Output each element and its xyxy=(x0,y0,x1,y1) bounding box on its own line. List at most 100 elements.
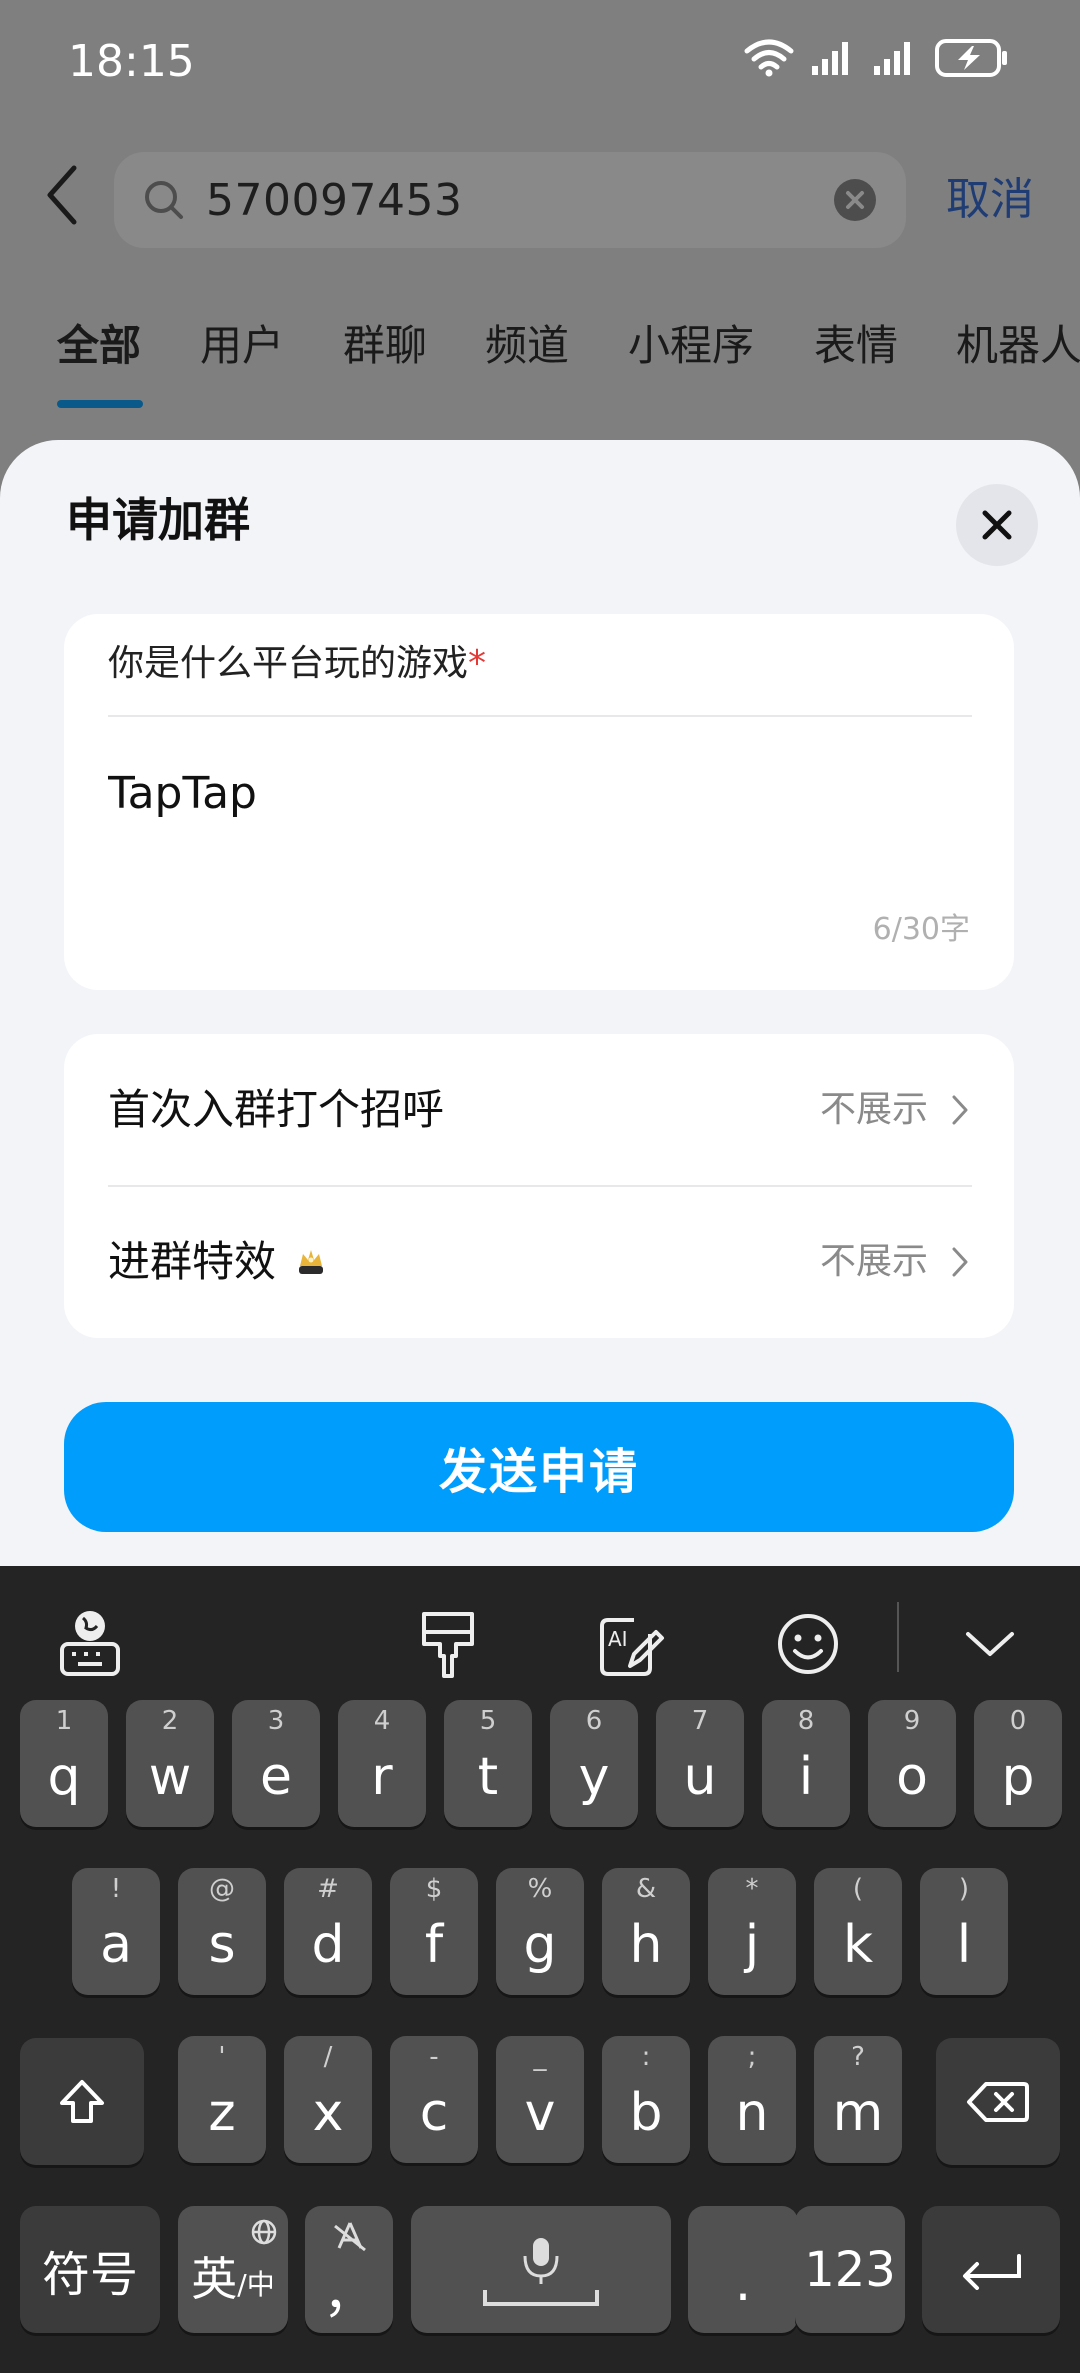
keyboard-language-icon[interactable] xyxy=(50,1604,130,1684)
key-sub-label: : xyxy=(641,2042,651,2072)
key-f[interactable]: $ f xyxy=(390,1868,478,1995)
toolbar-divider xyxy=(897,1602,899,1672)
space-key[interactable] xyxy=(411,2206,671,2333)
no-voice-symbol-icon xyxy=(334,2222,366,2252)
svg-text:AI: AI xyxy=(608,1627,628,1651)
key-s[interactable]: @ s xyxy=(178,1868,266,1995)
period-key-label: . xyxy=(734,2253,752,2313)
key-label: v xyxy=(524,2083,556,2143)
crown-effect-icon xyxy=(299,1250,323,1274)
key-o[interactable]: 9o xyxy=(868,1700,956,1827)
key-sub-label: - xyxy=(429,2042,439,2072)
required-mark: * xyxy=(468,643,487,684)
key-sub-label: # xyxy=(317,1874,339,1904)
language-switch-key[interactable]: 英/中 xyxy=(178,2206,288,2333)
sheet-title: 申请加群 xyxy=(66,493,250,547)
key-sub-label: % xyxy=(527,1874,553,1904)
back-button[interactable] xyxy=(40,160,84,230)
key-x[interactable]: / x xyxy=(284,2036,372,2163)
status-icons xyxy=(744,38,1010,78)
tab-stickers[interactable]: 表情 xyxy=(814,314,898,378)
key-label: k xyxy=(842,1915,874,1975)
clear-search-button[interactable] xyxy=(834,179,876,221)
key-sub-label: $ xyxy=(425,1874,443,1904)
key-w[interactable]: 2w xyxy=(126,1700,214,1827)
hide-keyboard-icon[interactable] xyxy=(950,1604,1030,1684)
battery-charging-icon xyxy=(935,39,1007,77)
greeting-option-label: 首次入群打个招呼 xyxy=(108,1085,445,1134)
key-u[interactable]: 7u xyxy=(656,1700,744,1827)
symbols-key[interactable]: 符号 xyxy=(20,2206,160,2333)
key-label: z xyxy=(208,2083,236,2143)
key-sub-label: 3 xyxy=(267,1706,285,1736)
key-i[interactable]: 8i xyxy=(762,1700,850,1827)
key-sub-label: 6 xyxy=(585,1706,603,1736)
key-z[interactable]: ' z xyxy=(178,2036,266,2163)
key-sub-label: 5 xyxy=(479,1706,497,1736)
key-label: d xyxy=(311,1915,345,1975)
key-g[interactable]: % g xyxy=(496,1868,584,1995)
tab-all[interactable]: 全部 xyxy=(57,314,141,378)
send-request-button[interactable]: 发送申请 xyxy=(64,1402,1014,1532)
enter-icon xyxy=(963,2253,1021,2290)
key-sub-label: ? xyxy=(851,2042,865,2072)
keyboard: AI 1q2w3e4r5t6y7u8i9o0p ! a @ s # d $ f% g & h * j(k… xyxy=(0,1566,1080,2373)
chevron-right-icon-2 xyxy=(952,1247,968,1277)
key-label: b xyxy=(629,2083,663,2143)
key-label: m xyxy=(832,2083,884,2143)
backspace-icon xyxy=(967,2081,1029,2122)
key-r[interactable]: 4r xyxy=(338,1700,426,1827)
key-t[interactable]: 5t xyxy=(444,1700,532,1827)
key-q[interactable]: 1q xyxy=(20,1700,108,1827)
period-key[interactable]: . xyxy=(688,2206,798,2333)
numbers-key[interactable]: 123 xyxy=(795,2206,905,2333)
join-group-sheet xyxy=(0,440,1080,1570)
key-label: u xyxy=(683,1747,717,1807)
backspace-key[interactable] xyxy=(936,2038,1060,2165)
emoji-icon[interactable] xyxy=(768,1604,848,1684)
key-y[interactable]: 6y xyxy=(550,1700,638,1827)
key-sub-label: / xyxy=(323,2042,333,2072)
cancel-button[interactable]: 取消 xyxy=(946,170,1034,230)
key-p[interactable]: 0p xyxy=(974,1700,1062,1827)
clear-icon xyxy=(846,191,864,209)
key-label: p xyxy=(1001,1747,1035,1807)
keyboard-skin-icon[interactable] xyxy=(408,1604,488,1684)
key-label: o xyxy=(896,1747,928,1807)
key-label: h xyxy=(629,1915,663,1975)
comma-key[interactable]: ， xyxy=(305,2206,393,2333)
answer-field[interactable] xyxy=(108,758,968,828)
key-d[interactable]: # d xyxy=(284,1868,372,1995)
tab-groups[interactable]: 群聊 xyxy=(343,314,427,378)
search-input[interactable]: 570097453 xyxy=(114,152,906,248)
tab-channels[interactable]: 频道 xyxy=(485,314,569,378)
close-button[interactable] xyxy=(956,484,1038,566)
tab-mini-programs[interactable]: 小程序 xyxy=(628,314,754,378)
tab-users[interactable]: 用户 xyxy=(200,314,284,378)
key-b[interactable]: :b xyxy=(602,2036,690,2163)
key-a[interactable]: ! a xyxy=(72,1868,160,1995)
question-label: 你是什么平台玩的游戏* xyxy=(108,636,486,692)
key-sub-label: 2 xyxy=(161,1706,179,1736)
key-n[interactable]: ; n xyxy=(708,2036,796,2163)
key-sub-label: ' xyxy=(218,2042,226,2072)
key-label: e xyxy=(260,1747,292,1807)
key-m[interactable]: ? m xyxy=(814,2036,902,2163)
greeting-option-value: 不展示 xyxy=(820,1089,929,1130)
ai-writing-icon[interactable]: AI xyxy=(590,1604,670,1684)
lang-main-label: 英 xyxy=(191,2251,238,2306)
key-l[interactable]: ) l xyxy=(920,1868,1008,1995)
enter-key[interactable] xyxy=(922,2206,1060,2333)
shift-key[interactable] xyxy=(20,2038,144,2165)
key-c[interactable]: -c xyxy=(390,2036,478,2163)
key-j[interactable]: * j xyxy=(708,1868,796,1995)
join-effect-option-label: 进群特效 xyxy=(108,1237,277,1286)
key-e[interactable]: 3e xyxy=(232,1700,320,1827)
key-h[interactable]: & h xyxy=(602,1868,690,1995)
key-sub-label: 8 xyxy=(797,1706,815,1736)
tab-bots[interactable]: 机器人 xyxy=(956,314,1080,378)
key-k[interactable]: (k xyxy=(814,1868,902,1995)
key-label: l xyxy=(956,1915,972,1975)
signal-icon-2 xyxy=(874,42,910,75)
key-v[interactable]: _ v xyxy=(496,2036,584,2163)
